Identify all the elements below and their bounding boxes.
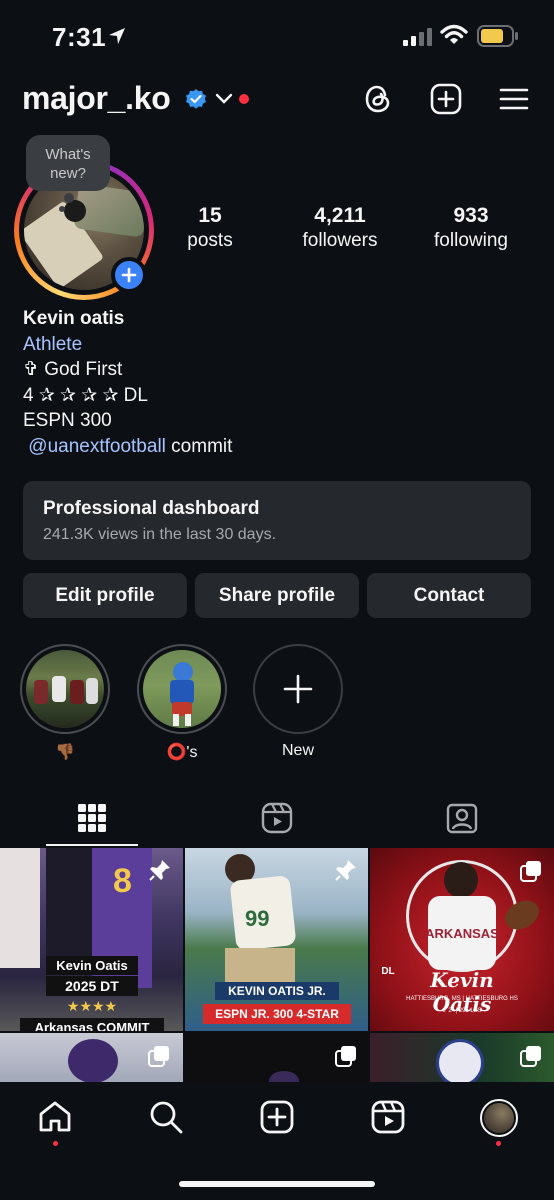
pin-icon [335,860,356,881]
grid-icon [78,804,106,832]
posts-count-value: 15 [198,204,222,227]
post-caption: DL [381,966,395,977]
multi-image-icon [148,1046,169,1067]
multi-image-icon [520,861,541,882]
create-post-icon[interactable] [429,82,463,116]
highlight-cover [20,644,110,734]
highlight-label: 👎🏾 [55,744,75,761]
tab-reels[interactable] [185,790,369,846]
search-icon[interactable] [148,1099,184,1135]
tab-posts[interactable] [0,790,184,846]
followers-count[interactable]: 4,211 followers [290,204,390,252]
post-caption: KEVIN OATIS JR. [215,982,339,1000]
notification-dot [239,94,249,104]
threads-icon[interactable] [361,82,395,116]
post-caption: ★★★★ [66,998,118,1014]
location-arrow-icon [109,28,125,44]
followers-count-label: followers [302,230,378,251]
note-text: What's new? [45,146,91,182]
dashboard-title: Professional dashboard [43,498,260,519]
post-caption: ESPN JR. 300 4-STAR [203,1004,351,1024]
username-switcher[interactable]: major_.ko [22,80,171,117]
post-caption: HATTIESBURG, MS | HATTIESBURG HS [406,996,518,1002]
professional-dashboard[interactable]: Professional dashboard 241.3K views in t… [23,481,531,560]
plus-icon [283,674,313,704]
home-notification-dot [53,1141,58,1146]
bio-line: 4 ✰ ✰ ✰ ✰ DL [23,384,148,406]
create-icon[interactable] [259,1099,295,1135]
bio-line: @uanextfootball commit [23,434,232,460]
profile-tabs [0,790,554,846]
posts-count[interactable]: 15 posts [170,204,250,252]
status-time: 7:31 [52,22,107,52]
following-count-label: following [434,230,508,251]
new-highlight-button[interactable]: New [253,644,343,760]
profile-header: major_.ko [0,72,554,128]
profile-notification-dot [496,1141,501,1146]
home-indicator [179,1181,375,1187]
post-thumbnail[interactable] [370,1033,554,1082]
posts-count-label: posts [187,230,233,251]
dashboard-subtitle: 241.3K views in the last 30 days. [43,526,277,543]
posts-grid: 8 Kevin Oatis 2025 DT ★★★★ Arkansas COMM… [0,848,554,1082]
post-thumbnail[interactable] [0,1033,183,1082]
profile-tab-avatar[interactable] [480,1099,518,1137]
post-caption: 2025 DT [46,976,138,996]
post-caption: 6' 2" | 295 LBS [442,1008,482,1014]
highlight-label: ⭕️'s [166,744,198,761]
battery-icon [477,25,518,47]
followers-count-value: 4,211 [314,204,366,227]
edit-profile-button[interactable]: Edit profile [23,573,187,618]
highlight-cover [137,644,227,734]
post-caption: Arkansas COMMIT [20,1018,164,1031]
verified-badge-icon [186,89,206,109]
highlight-item[interactable]: 👎🏾 [20,644,110,762]
tab-tagged[interactable] [370,790,554,846]
profile-bio: Kevin oatis Athlete ✞ God First 4 ✰ ✰ ✰ … [23,306,232,459]
multi-image-icon [520,1046,541,1067]
add-story-button[interactable] [111,257,147,293]
multi-image-icon [335,1046,356,1067]
highlight-item[interactable]: ⭕️'s [137,644,227,762]
post-thumbnail[interactable]: ARKANSAS DL Kevin Oatis HATTIESBURG, MS … [370,848,554,1031]
bio-line: ESPN 300 [23,410,112,431]
mention-link[interactable]: @uanextfootball [28,436,166,457]
wifi-icon [440,24,468,44]
post-thumbnail[interactable] [185,1033,368,1082]
chevron-down-icon[interactable] [215,93,233,105]
status-bar: 7:31 [0,0,554,72]
cell-signal-icon [403,28,432,46]
following-count[interactable]: 933 following [421,204,521,252]
post-caption: Kevin Oatis [46,956,138,975]
new-highlight-circle [253,644,343,734]
contact-button[interactable]: Contact [367,573,531,618]
mention-suffix: commit [165,435,233,457]
share-profile-button[interactable]: Share profile [195,573,359,618]
following-count-value: 933 [453,204,489,227]
tagged-icon [446,803,478,834]
active-tab-indicator [46,844,138,846]
post-thumbnail[interactable]: 8 Kevin Oatis 2025 DT ★★★★ Arkansas COMM… [0,848,183,1031]
profile-category: Athlete [23,333,83,355]
menu-icon[interactable] [497,82,531,116]
reels-icon [261,802,293,834]
note-bubble[interactable]: What's new? [26,135,110,212]
home-icon[interactable] [37,1099,73,1135]
highlight-label: New [281,742,314,759]
post-thumbnail[interactable]: 99 KEVIN OATIS JR. ESPN JR. 300 4-STAR [185,848,368,1031]
reels-icon[interactable] [370,1099,406,1135]
plus-icon [121,267,137,283]
display-name: Kevin oatis [23,308,125,329]
post-caption: ARKANSAS [425,926,499,941]
bio-line: ✞ God First [23,359,123,380]
pin-icon [149,860,170,881]
